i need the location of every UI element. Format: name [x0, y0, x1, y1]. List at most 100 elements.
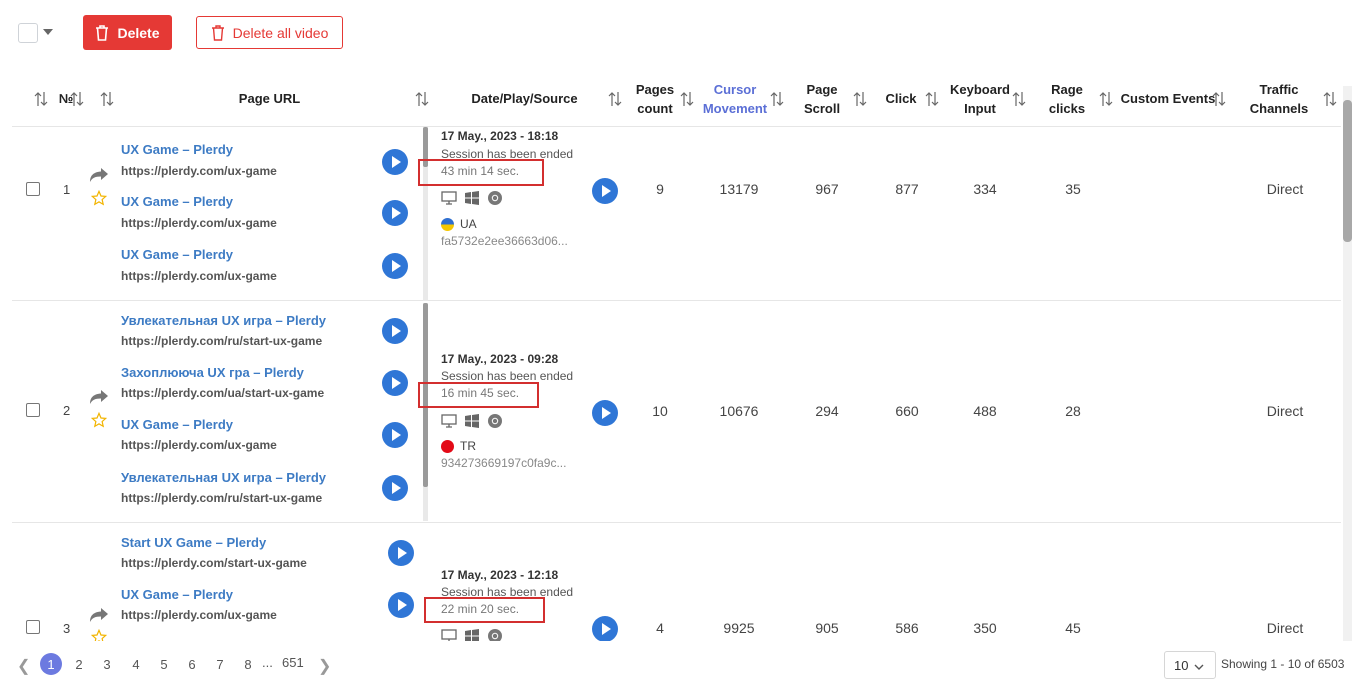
column-header-traffic-channels: Traffic Channels: [1246, 70, 1312, 127]
play-page-button[interactable]: [382, 475, 408, 501]
cursor-line1: Cursor: [713, 81, 757, 97]
sort-icon[interactable]: [608, 90, 622, 108]
page-url: https://plerdy.com/ru/start-ux-game: [121, 491, 323, 505]
star-icon[interactable]: [90, 189, 108, 209]
play-page-button[interactable]: [382, 149, 408, 175]
row-checkbox[interactable]: [26, 620, 40, 634]
select-all-checkbox[interactable]: [18, 23, 38, 43]
chevron-down-icon[interactable]: [43, 29, 53, 35]
session-date: 17 May., 2023 - 12:18: [441, 568, 559, 582]
sort-icon[interactable]: [1099, 90, 1113, 108]
page-title-link[interactable]: UX Game – Plerdy: [121, 587, 233, 602]
row-checkbox[interactable]: [26, 403, 40, 417]
table-scrollbar[interactable]: [1343, 86, 1352, 646]
delete-button[interactable]: Delete: [83, 15, 172, 50]
chevron-right-icon[interactable]: ❯: [318, 656, 331, 676]
row-number: 2: [63, 403, 71, 418]
session-id: 934273669197c0fa9c...: [441, 456, 567, 470]
page-scroll: 905: [815, 620, 839, 636]
page-title-link[interactable]: UX Game – Plerdy: [121, 247, 233, 262]
keyboard-input: 350: [973, 620, 997, 636]
cursor-movement: 13179: [719, 181, 759, 197]
page-title-link[interactable]: UX Game – Plerdy: [121, 142, 233, 157]
cursor-line2: Movement: [702, 100, 768, 116]
page-number-1[interactable]: 1: [40, 653, 62, 675]
delete-all-video-button[interactable]: Delete all video: [196, 16, 343, 49]
column-header-pages-count: Pages count: [630, 70, 680, 127]
play-page-button[interactable]: [382, 318, 408, 344]
sort-icon[interactable]: [853, 90, 867, 108]
star-icon[interactable]: [90, 628, 108, 641]
session-id: fa5732e2ee36663d06...: [441, 234, 568, 248]
page-title-link[interactable]: Увлекательная UX игра – Plerdy: [121, 313, 326, 328]
scrollbar-thumb[interactable]: [1343, 100, 1352, 242]
page-title-link[interactable]: UX Game – Plerdy: [121, 417, 233, 432]
table-row: 3 Start UX Game – Plerdy https://plerdy.…: [12, 523, 1341, 641]
pages-count: 10: [652, 403, 668, 419]
page-title-link[interactable]: Захоплююча UX гра – Plerdy: [121, 365, 304, 380]
page-number-7[interactable]: 7: [209, 653, 231, 675]
sort-icon[interactable]: [1323, 90, 1337, 108]
page-number-5[interactable]: 5: [153, 653, 175, 675]
sort-icon[interactable]: [770, 90, 784, 108]
rage-clicks: 28: [1065, 403, 1081, 419]
page-number-last[interactable]: 651: [282, 655, 304, 670]
click-count: 877: [895, 181, 919, 197]
row-checkbox[interactable]: [26, 182, 40, 196]
play-session-button[interactable]: [592, 616, 618, 641]
page-number-4[interactable]: 4: [125, 653, 147, 675]
traffic-line1: Traffic: [1259, 81, 1299, 97]
scroll-line1: Page: [806, 81, 838, 97]
row-number: 3: [63, 621, 71, 636]
sort-icon[interactable]: [1012, 90, 1026, 108]
column-header-click: Click: [885, 91, 917, 106]
share-icon[interactable]: [89, 167, 109, 186]
column-header-page-scroll: Page Scroll: [800, 70, 844, 127]
page-url: https://plerdy.com/ux-game: [121, 269, 277, 283]
play-page-button[interactable]: [382, 200, 408, 226]
country-code: UA: [460, 217, 477, 231]
keyboard-line2: Input: [964, 100, 996, 116]
sort-icon[interactable]: [70, 90, 84, 108]
page-number-8[interactable]: 8: [237, 653, 259, 675]
cursor-movement: 10676: [719, 403, 759, 419]
sort-icon[interactable]: [680, 90, 694, 108]
page-number-6[interactable]: 6: [181, 653, 203, 675]
page-title-link[interactable]: UX Game – Plerdy: [121, 194, 233, 209]
play-page-button[interactable]: [382, 253, 408, 279]
column-header-custom-events: Custom Events: [1120, 91, 1216, 106]
chrome-icon: [487, 628, 503, 641]
page-number-2[interactable]: 2: [68, 653, 90, 675]
pagination-ellipsis: ...: [262, 655, 273, 670]
traffic-channel: Direct: [1266, 620, 1304, 636]
page-url: https://plerdy.com/ua/start-ux-game: [121, 386, 325, 400]
chevron-left-icon[interactable]: ❮: [17, 656, 30, 676]
sort-icon[interactable]: [100, 90, 114, 108]
sort-icon[interactable]: [1212, 90, 1226, 108]
toolbar: Delete Delete all video: [0, 0, 1371, 64]
play-page-button[interactable]: [388, 540, 414, 566]
share-icon[interactable]: [89, 607, 109, 626]
play-page-button[interactable]: [388, 592, 414, 618]
pages-scrollbar[interactable]: [423, 303, 428, 521]
play-session-button[interactable]: [592, 400, 618, 426]
sort-icon[interactable]: [415, 90, 429, 108]
sort-icon[interactable]: [925, 90, 939, 108]
page-number-3[interactable]: 3: [96, 653, 118, 675]
play-page-button[interactable]: [382, 422, 408, 448]
star-icon[interactable]: [90, 411, 108, 431]
per-page-select[interactable]: 10: [1164, 651, 1216, 679]
traffic-line2: Channels: [1249, 100, 1309, 116]
table-row: 2 Увлекательная UX игра – Plerdy https:/…: [12, 301, 1341, 523]
sort-icon[interactable]: [34, 90, 48, 108]
pages-scrollbar[interactable]: [423, 127, 428, 301]
cursor-movement: 9925: [723, 620, 755, 636]
share-icon[interactable]: [89, 389, 109, 408]
pages-count: 9: [656, 181, 664, 197]
page-title-link[interactable]: Start UX Game – Plerdy: [121, 535, 266, 550]
play-page-button[interactable]: [382, 370, 408, 396]
page-title-link[interactable]: Увлекательная UX игра – Plerdy: [121, 470, 326, 485]
play-session-button[interactable]: [592, 178, 618, 204]
trash-icon: [95, 24, 109, 41]
flag-icon: [441, 218, 454, 231]
